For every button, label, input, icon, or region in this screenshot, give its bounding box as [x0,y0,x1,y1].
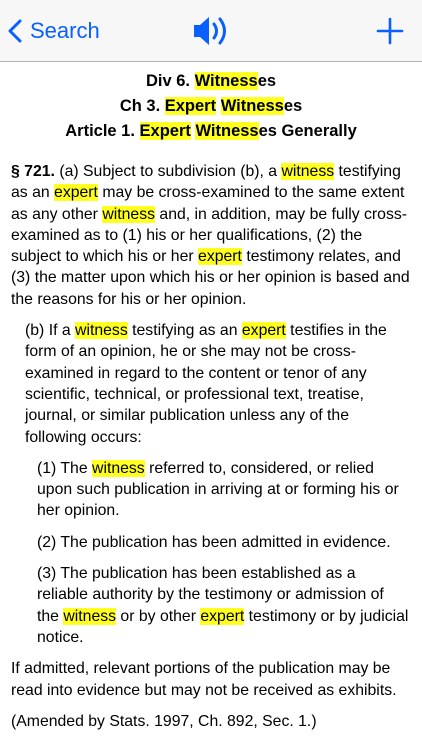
read-aloud-button[interactable] [190,12,234,50]
subdivision-b2: (2) The publication has been admitted in… [37,533,391,551]
plus-icon [372,17,408,54]
subdivision-b: (b) If a witness testifying as an expert… [25,322,387,446]
navigation-bar: Search [0,0,422,62]
section-number: § 721. [11,163,55,180]
subdivision-a: § 721. (a) Subject to subdivision (b), a… [11,163,410,308]
chevron-left-icon [8,19,22,43]
division-title: Div 6. Witnesses [145,72,277,90]
amendment-note: (Amended by Stats. 1997, Ch. 892, Sec. 1… [11,712,317,730]
statute-heading: Div 6. Witnesses Ch 3. Expert Witnesses … [0,69,422,144]
speaker-icon [190,17,234,54]
back-label: Search [30,18,100,43]
back-search-button[interactable]: Search [8,12,100,50]
statute-content: Div 6. Witnesses Ch 3. Expert Witnesses … [0,62,422,750]
subdivision-b1: (1) The witness referred to, considered,… [37,459,399,520]
subdivision-b3: (3) The publication has been established… [37,565,409,646]
add-button[interactable] [372,12,408,50]
article-title: Article 1. Expert Witnesses Generally [65,122,357,140]
admitted-portions-paragraph: If admitted, relevant portions of the pu… [11,660,397,699]
chapter-title: Ch 3. Expert Witnesses [119,97,303,115]
